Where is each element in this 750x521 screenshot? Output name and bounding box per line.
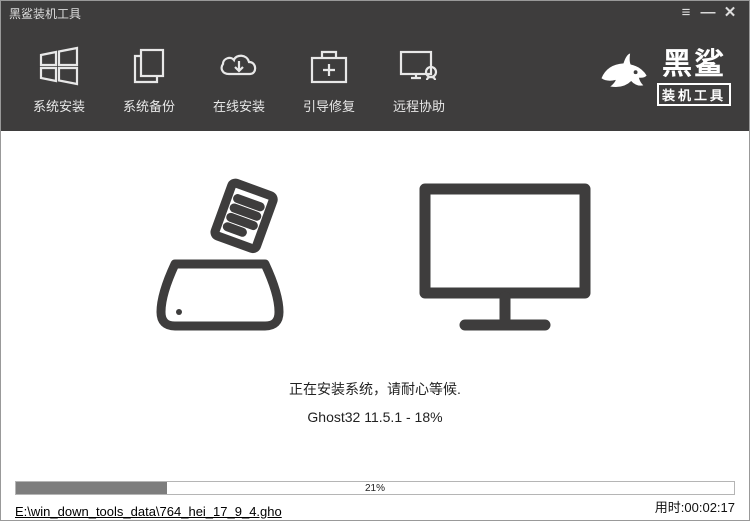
footer: 21% 用时:00:02:17 E:\win_down_tools_data\7… (1, 481, 749, 521)
progress-bar: 21% (15, 481, 735, 495)
elapsed-time: 用时:00:02:17 (655, 497, 735, 516)
first-aid-icon (289, 42, 369, 90)
tab-system-install[interactable]: 系统安装 (19, 42, 99, 115)
menu-icon[interactable]: ≡ (675, 1, 697, 25)
tab-label: 在线安装 (199, 96, 279, 115)
windows-icon (19, 42, 99, 90)
titlebar: 黑鲨装机工具 ≡ — ✕ (1, 1, 749, 25)
remote-monitor-icon (379, 42, 459, 90)
logo-line2: 装机工具 (657, 83, 731, 106)
monitor-icon (415, 179, 595, 344)
tab-label: 远程协助 (379, 96, 459, 115)
toolbar: 系统安装 系统备份 在线安装 引导修复 远程协助 黑鲨 装机工具 (1, 25, 749, 131)
close-button[interactable]: ✕ (719, 1, 741, 25)
tab-label: 系统备份 (109, 96, 189, 115)
app-title: 黑鲨装机工具 (9, 5, 81, 22)
main-content: 正在安装系统，请耐心等候. Ghost32 11.5.1 - 18% (1, 131, 749, 481)
cloud-download-icon (199, 42, 279, 90)
progress-label: 21% (16, 482, 734, 496)
tab-boot-repair[interactable]: 引导修复 (289, 42, 369, 115)
logo-line1: 黑鲨 (657, 50, 731, 80)
tab-online-install[interactable]: 在线安装 (199, 42, 279, 115)
copy-icon (109, 42, 189, 90)
file-path[interactable]: E:\win_down_tools_data\764_hei_17_9_4.gh… (15, 504, 282, 519)
tab-label: 引导修复 (289, 96, 369, 115)
ghost-status: Ghost32 11.5.1 - 18% (307, 409, 442, 425)
illustration (1, 171, 749, 351)
disk-file-icon (155, 174, 305, 349)
status-text: 正在安装系统，请耐心等候. (289, 379, 461, 399)
app-logo: 黑鲨 装机工具 (596, 48, 731, 108)
tab-remote-assist[interactable]: 远程协助 (379, 42, 459, 115)
shark-icon (596, 48, 651, 108)
tab-label: 系统安装 (19, 96, 99, 115)
tab-system-backup[interactable]: 系统备份 (109, 42, 189, 115)
minimize-button[interactable]: — (697, 1, 719, 25)
